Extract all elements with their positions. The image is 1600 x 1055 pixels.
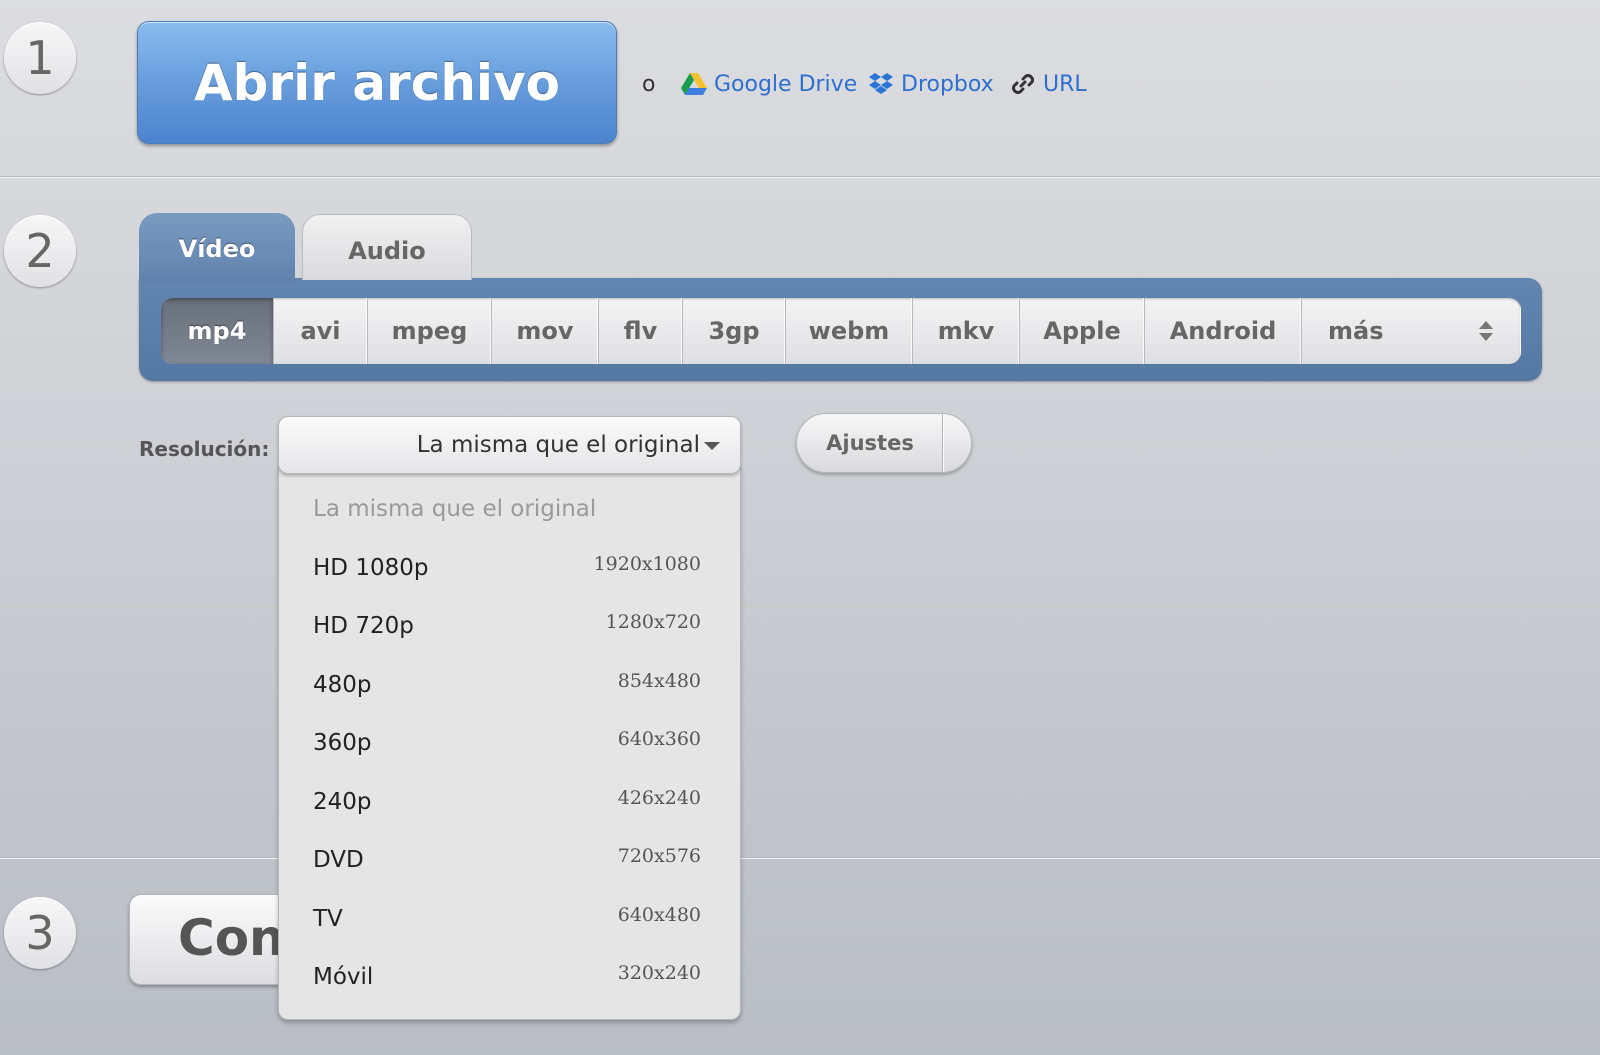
- link-icon: [1010, 71, 1036, 97]
- option-name: TV: [313, 905, 343, 932]
- settings-separator: [942, 414, 944, 472]
- format-mov[interactable]: mov: [492, 298, 599, 364]
- format-selector: mp4 avi mpeg mov flv 3gp webm mkv Apple …: [161, 298, 1521, 364]
- step-3-badge: 3: [4, 897, 76, 969]
- option-name: Móvil: [313, 964, 374, 990]
- option-dimensions: 426x240: [617, 786, 701, 809]
- url-link[interactable]: URL: [1010, 70, 1087, 98]
- option-dimensions: 1920x1080: [593, 552, 701, 575]
- option-name: 360p: [313, 730, 372, 756]
- option-name: La misma que el original: [313, 496, 597, 522]
- format-mpeg[interactable]: mpeg: [368, 298, 492, 364]
- resolution-option-360p[interactable]: 360p 640x360: [279, 716, 740, 775]
- chevron-down-icon: [704, 442, 720, 450]
- resolution-option-mobile[interactable]: Móvil 320x240: [279, 950, 740, 1009]
- option-dimensions: 720x576: [617, 845, 701, 867]
- format-mp4[interactable]: mp4: [161, 298, 274, 364]
- option-name: 480p: [313, 671, 372, 698]
- option-name: 240p: [313, 788, 372, 815]
- dropbox-label: Dropbox: [901, 71, 994, 97]
- option-dimensions: 1280x720: [605, 611, 701, 633]
- format-mkv[interactable]: mkv: [913, 298, 1020, 364]
- resolution-option-tv[interactable]: TV 640x480: [279, 892, 740, 951]
- settings-button[interactable]: Ajustes: [796, 413, 972, 473]
- dropbox-link[interactable]: Dropbox: [868, 70, 994, 98]
- option-name: HD 1080p: [313, 554, 429, 581]
- option-name: DVD: [313, 847, 364, 873]
- resolution-option-dvd[interactable]: DVD 720x576: [279, 833, 740, 892]
- option-dimensions: 854x480: [617, 669, 701, 692]
- section-divider: [0, 857, 1600, 859]
- format-more-label: más: [1328, 317, 1384, 345]
- resolution-option-1080p[interactable]: HD 1080p 1920x1080: [279, 541, 740, 600]
- resolution-option-240p[interactable]: 240p 426x240: [279, 775, 740, 834]
- up-down-arrows-icon: [1477, 318, 1495, 344]
- tab-audio[interactable]: Audio: [302, 214, 472, 280]
- or-text: o: [642, 72, 656, 97]
- settings-label: Ajustes: [826, 431, 914, 455]
- resolution-option-720p[interactable]: HD 720p 1280x720: [279, 599, 740, 658]
- resolution-label: Resolución:: [139, 437, 270, 461]
- section-divider: [0, 606, 1600, 607]
- option-name: HD 720p: [313, 613, 414, 639]
- section-divider: [0, 176, 1600, 178]
- dropbox-icon: [868, 72, 894, 96]
- format-avi[interactable]: avi: [274, 298, 368, 364]
- google-drive-label: Google Drive: [714, 71, 858, 97]
- tab-video[interactable]: Vídeo: [139, 213, 295, 283]
- option-dimensions: 640x480: [617, 903, 701, 926]
- url-label: URL: [1043, 71, 1087, 97]
- format-apple[interactable]: Apple: [1020, 298, 1145, 364]
- resolution-dropdown: La misma que el original HD 1080p 1920x1…: [278, 466, 741, 1020]
- option-dimensions: 640x360: [617, 728, 701, 750]
- resolution-selected-value: La misma que el original: [416, 432, 700, 458]
- format-flv[interactable]: flv: [599, 298, 683, 364]
- resolution-select[interactable]: La misma que el original: [278, 416, 741, 474]
- resolution-option-480p[interactable]: 480p 854x480: [279, 658, 740, 717]
- format-webm[interactable]: webm: [786, 298, 913, 364]
- google-drive-icon: [681, 73, 707, 95]
- google-drive-link[interactable]: Google Drive: [681, 70, 857, 98]
- format-android[interactable]: Android: [1145, 298, 1302, 364]
- step-1-badge: 1: [4, 22, 76, 94]
- format-3gp[interactable]: 3gp: [683, 298, 786, 364]
- open-file-button[interactable]: Abrir archivo: [137, 21, 617, 144]
- option-dimensions: 320x240: [617, 962, 701, 984]
- resolution-option-original[interactable]: La misma que el original: [279, 482, 740, 541]
- step-2-badge: 2: [4, 215, 76, 287]
- format-more[interactable]: más: [1302, 298, 1521, 364]
